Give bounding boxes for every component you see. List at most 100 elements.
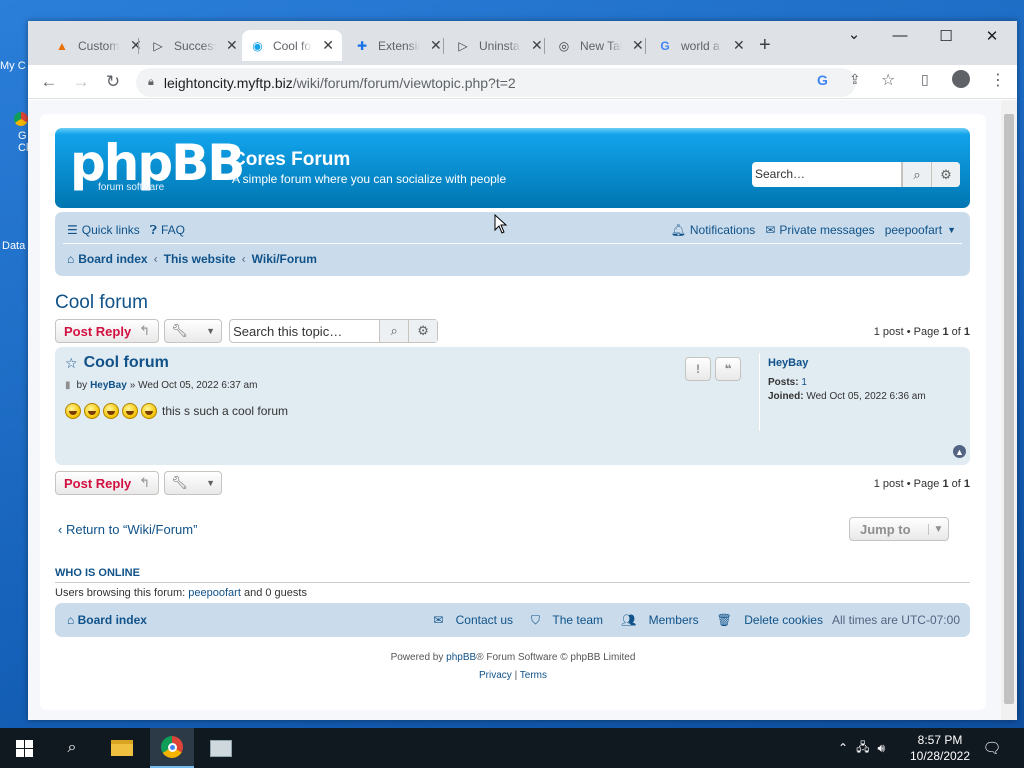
caret-down-icon: ▼ (928, 523, 948, 535)
close-icon[interactable]: ✕ (322, 37, 334, 54)
topic-tools-button[interactable]: 🔧︎ ▼ (164, 471, 223, 495)
who-is-online-text: Users browsing this forum: peepoofart an… (55, 587, 307, 599)
desktop-icon-my-computer[interactable]: My C (0, 60, 30, 72)
profile-avatar-icon[interactable] (952, 70, 970, 88)
chrome-icon: ◎ (558, 38, 570, 53)
reply-arrow-icon: ↰ (139, 323, 151, 338)
wrench-icon: 🔧︎ (171, 475, 188, 490)
members-link[interactable]: 👥︎ Members (612, 613, 699, 628)
close-window-button[interactable]: ✕ (977, 27, 1007, 45)
bookmark-star-icon[interactable]: ☆ (881, 70, 895, 90)
close-icon[interactable]: ✕ (430, 37, 442, 54)
close-icon[interactable]: ✕ (130, 37, 142, 54)
tab-title: world a (681, 38, 720, 53)
taskbar-clock[interactable]: 8:57 PM 10/28/2022 (905, 732, 975, 764)
back-button[interactable]: ← (36, 69, 62, 95)
chrome-app-icon: ▲ (56, 38, 68, 53)
new-tab-button[interactable]: + (759, 34, 771, 57)
post-reply-button[interactable]: Post Reply ↰ (55, 471, 160, 495)
close-icon[interactable]: ✕ (733, 37, 745, 54)
tab-title: Custom (78, 38, 120, 53)
breadcrumb-wiki-forum[interactable]: Wiki/Forum (252, 252, 317, 266)
report-button[interactable]: ! (685, 357, 711, 381)
topic-tools-button[interactable]: 🔧︎ ▼ (164, 319, 223, 343)
tab-new-tab[interactable]: ◎ New Tab ✕ (548, 30, 652, 61)
profile-username[interactable]: HeyBay (768, 357, 959, 369)
reload-button[interactable]: ↻ (100, 69, 126, 95)
menu-kebab-icon[interactable]: ⋮ (990, 70, 1006, 90)
google-lens-icon[interactable]: G (817, 72, 828, 88)
return-link[interactable]: ‹ Return to “Wiki/Forum” (58, 522, 197, 537)
google-icon: G (660, 38, 670, 53)
taskbar-app[interactable] (199, 728, 243, 768)
phpbb-logo[interactable]: phpBB forum software (70, 138, 245, 193)
taskbar-file-explorer[interactable] (101, 728, 143, 768)
phpbb-favicon: ◉ (252, 38, 263, 53)
private-messages-link[interactable]: ✉ Private messages (765, 222, 874, 238)
topic-title[interactable]: Cool forum (55, 292, 148, 314)
minimize-button[interactable]: — (885, 27, 915, 44)
side-panel-icon[interactable]: ▯ (921, 71, 929, 88)
search-icon[interactable]: ⌕ (379, 320, 409, 342)
back-to-top-icon[interactable]: ▲ (953, 445, 966, 458)
tab-uninstall[interactable]: ▷ Uninstall ✕ (447, 30, 551, 61)
tab-success[interactable]: ▷ Success ✕ (142, 30, 246, 61)
close-icon[interactable]: ✕ (226, 37, 238, 54)
share-icon[interactable]: ⇪ (849, 71, 861, 88)
breadcrumb-this-website[interactable]: This website (164, 252, 236, 266)
tab-cool-forum[interactable]: ◉ Cool forum ✕ (242, 30, 342, 61)
envelope-icon: ✉ (433, 613, 447, 627)
contact-us-link[interactable]: ✉ Contact us (424, 613, 513, 628)
home-icon: ⌂ (67, 252, 75, 266)
user-menu[interactable]: peepoofart ▼ (885, 222, 960, 238)
search-icon[interactable]: ⌕ (52, 728, 92, 768)
breadcrumb-board-index[interactable]: Board index (78, 252, 147, 266)
scrollbar-thumb[interactable] (1004, 114, 1014, 704)
mouse-cursor-icon (494, 214, 508, 234)
chevron-up-icon[interactable]: ⌃ (838, 741, 848, 755)
close-icon[interactable]: ✕ (531, 37, 543, 54)
search-icon[interactable]: ⌕ (902, 162, 931, 187)
notifications-link[interactable]: 🔔︎ Notifications (671, 222, 756, 238)
topic-search-input[interactable]: Search this topic… (230, 320, 379, 342)
post-author-line: ▮ by HeyBay » Wed Oct 05, 2022 6:37 am (65, 380, 257, 391)
page-scrollbar[interactable] (1001, 100, 1017, 720)
team-link[interactable]: ⛉ The team (522, 613, 603, 628)
bookmark-star-icon[interactable]: ☆ (65, 355, 78, 372)
volume-icon[interactable]: 🔊︎ (877, 741, 885, 756)
notification-center-icon[interactable]: 🗨︎ (980, 728, 1004, 768)
gear-icon[interactable]: ⚙ (931, 162, 960, 187)
footer-board-index-label: Board index (77, 613, 147, 627)
delete-cookies-link[interactable]: 🗑︎ Delete cookies (708, 613, 823, 628)
tab-search-icon[interactable]: ⌄ (839, 25, 869, 43)
network-icon[interactable]: 🖧︎ (856, 738, 869, 759)
who-suffix: and 0 guests (243, 587, 307, 599)
address-bar[interactable]: 🔒︎ leightoncity.myftp.biz /wiki/forum/fo… (136, 68, 856, 97)
posts-count[interactable]: 1 (801, 377, 807, 388)
start-button[interactable] (4, 728, 44, 768)
taskbar-chrome[interactable] (150, 728, 194, 768)
quick-links-menu[interactable]: ☰ Quick links (67, 222, 140, 238)
desktop-icon-data[interactable]: Data (0, 240, 30, 252)
post-title[interactable]: Cool forum (84, 354, 169, 372)
tab-custom[interactable]: ▲ Custom ✕ (46, 30, 150, 61)
terms-link[interactable]: Terms (520, 670, 547, 681)
quote-button[interactable]: ❝ (715, 357, 741, 381)
url-host: leightoncity.myftp.biz (163, 74, 293, 91)
gear-icon[interactable]: ⚙ (408, 320, 438, 342)
post-author-link[interactable]: HeyBay (90, 380, 127, 391)
maximize-button[interactable]: ☐ (931, 27, 961, 45)
online-user-link[interactable]: peepoofart (188, 587, 241, 599)
post-reply-button[interactable]: Post Reply ↰ (55, 319, 160, 343)
close-icon[interactable]: ✕ (632, 37, 644, 54)
tab-extensions[interactable]: ✚ Extensions ✕ (346, 30, 450, 61)
desktop-icon-chrome[interactable]: G Cl (0, 112, 30, 154)
phpbb-link[interactable]: phpBB (446, 652, 476, 663)
footer-board-index[interactable]: ⌂ Board index (67, 613, 147, 627)
faq-link[interactable]: ❓︎ FAQ (150, 222, 185, 238)
header-search-input[interactable]: Search… (752, 162, 902, 187)
jump-to-dropdown[interactable]: Jump to ▼ (849, 517, 949, 541)
tab-world[interactable]: G world a ✕ (649, 30, 753, 61)
forward-button[interactable]: → (68, 69, 94, 95)
privacy-link[interactable]: Privacy (479, 670, 512, 681)
